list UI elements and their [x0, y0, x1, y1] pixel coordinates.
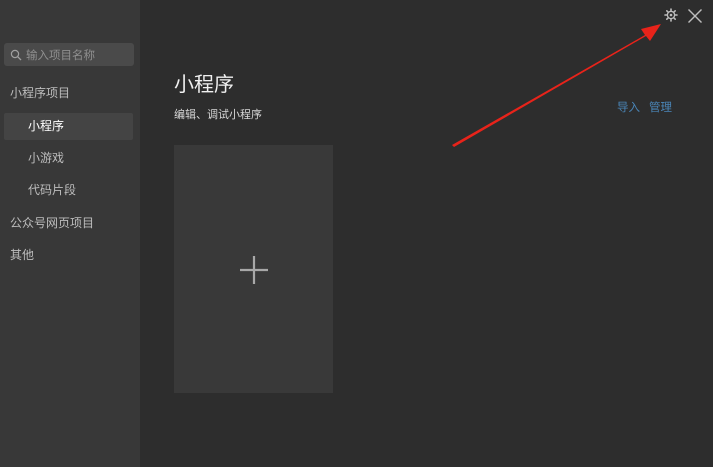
- sidebar-item-miniprogram[interactable]: 小程序: [28, 113, 64, 139]
- sidebar-item-miniprogram-projects[interactable]: 小程序项目: [10, 80, 70, 106]
- sidebar: 小程序项目 小程序 小游戏 代码片段 公众号网页项目 其他: [0, 0, 140, 467]
- close-icon[interactable]: [687, 8, 703, 24]
- sidebar-item-minigame[interactable]: 小游戏: [28, 145, 64, 171]
- import-link[interactable]: 导入: [617, 99, 640, 115]
- search-icon: [10, 49, 22, 60]
- sidebar-item-code-snippets[interactable]: 代码片段: [28, 177, 76, 203]
- sidebar-item-other[interactable]: 其他: [10, 242, 34, 268]
- gear-icon[interactable]: [664, 8, 678, 22]
- search-box[interactable]: [4, 43, 134, 66]
- sidebar-active-highlight: [4, 113, 133, 140]
- page-subtitle: 编辑、调试小程序: [174, 108, 262, 121]
- app-window: 小程序项目 小程序 小游戏 代码片段 公众号网页项目 其他 小程序 编辑、调试小…: [0, 0, 713, 467]
- page-title: 小程序: [174, 72, 234, 96]
- manage-link[interactable]: 管理: [649, 99, 672, 115]
- new-project-card[interactable]: [174, 145, 333, 393]
- search-input[interactable]: [26, 47, 126, 62]
- plus-icon: [240, 256, 268, 284]
- sidebar-item-official-account-web[interactable]: 公众号网页项目: [10, 210, 94, 236]
